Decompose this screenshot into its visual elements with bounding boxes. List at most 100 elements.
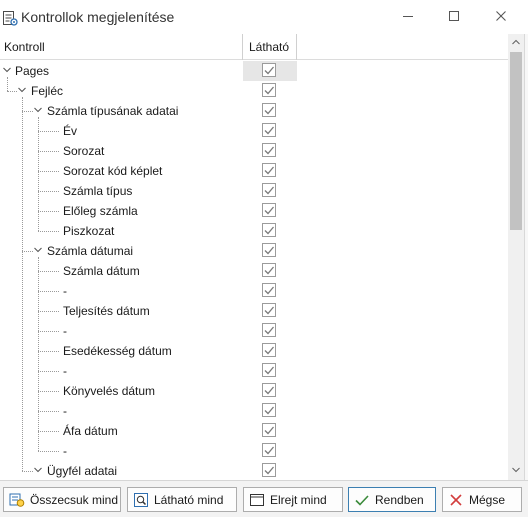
tree-row[interactable]: Sorozat (0, 141, 508, 161)
visible-checkbox[interactable] (262, 443, 276, 457)
visible-checkbox[interactable] (262, 283, 276, 297)
tree-row[interactable]: - (0, 281, 508, 301)
show-all-button[interactable]: Látható mind (127, 487, 237, 512)
visible-checkbox[interactable] (262, 303, 276, 317)
close-button[interactable] (478, 0, 524, 34)
tree-row[interactable]: Ügyfél adatai (0, 461, 508, 480)
chevron-down-icon[interactable] (33, 244, 43, 254)
maximize-icon (448, 10, 460, 25)
tree-row[interactable]: Számla típus (0, 181, 508, 201)
visible-cell (243, 101, 297, 121)
collapse-all-button[interactable]: Összecsuk mind (3, 487, 121, 512)
chevron-down-icon[interactable] (33, 464, 43, 474)
visible-checkbox[interactable] (262, 263, 276, 277)
scroll-up-icon[interactable] (508, 34, 524, 50)
tree-row[interactable]: Fejléc (0, 81, 508, 101)
tree-row[interactable]: Piszkozat (0, 221, 508, 241)
visible-checkbox[interactable] (262, 63, 276, 77)
tree-row[interactable]: - (0, 441, 508, 461)
show-all-icon (132, 491, 150, 509)
tree-connector-line (22, 111, 33, 112)
visible-checkbox[interactable] (262, 203, 276, 217)
tree-row[interactable]: - (0, 321, 508, 341)
tree-connector-line (38, 351, 59, 352)
tree-row[interactable]: Év (0, 121, 508, 141)
visible-cell (243, 361, 297, 381)
tree-row-label: Számla dátum (63, 264, 140, 278)
visible-checkbox[interactable] (262, 403, 276, 417)
visible-checkbox[interactable] (262, 343, 276, 357)
tree-connector-line (38, 331, 59, 332)
tree-row-label: Számla dátumai (47, 244, 134, 258)
tree-row[interactable]: - (0, 361, 508, 381)
tree-row[interactable]: Teljesítés dátum (0, 301, 508, 321)
visible-checkbox[interactable] (262, 143, 276, 157)
collapse-all-label: Összecsuk mind (30, 492, 119, 507)
tree-connector-line (38, 291, 59, 292)
minimize-button[interactable] (385, 0, 431, 34)
visible-cell (243, 441, 297, 461)
visible-checkbox[interactable] (262, 363, 276, 377)
tree-connector-line (38, 451, 59, 452)
visible-checkbox[interactable] (262, 103, 276, 117)
visible-checkbox[interactable] (262, 423, 276, 437)
visible-checkbox[interactable] (262, 123, 276, 137)
tree-row-label: Sorozat kód képlet (63, 164, 163, 178)
grid-header: Kontroll Látható (0, 34, 508, 60)
vertical-scrollbar[interactable] (508, 34, 524, 480)
column-header-kontroll[interactable]: Kontroll (0, 34, 243, 60)
tree-row-label: Ügyfél adatai (47, 464, 118, 478)
tree-row[interactable]: Számla típusának adatai (0, 101, 508, 121)
visible-cell (243, 301, 297, 321)
visible-cell (243, 321, 297, 341)
window-title: Kontrollok megjelenítése (21, 9, 175, 25)
scroll-down-icon[interactable] (508, 462, 524, 478)
visible-cell (243, 401, 297, 421)
chevron-down-icon[interactable] (17, 84, 27, 94)
ok-button[interactable]: Rendben (348, 487, 436, 512)
tree-row[interactable]: - (0, 401, 508, 421)
dialog-window: Kontrollok megjelenítése Kontroll Láthat… (0, 0, 528, 517)
tree-connector-line (38, 171, 59, 172)
tree-row[interactable]: Számla dátum (0, 261, 508, 281)
tree-row-label: Számla típusának adatai (47, 104, 179, 118)
button-bar: Összecsuk mind Látható mind Elrejt mind (0, 480, 528, 517)
visible-cell (243, 121, 297, 141)
tree-row-label: Előleg számla (63, 204, 138, 218)
tree-connector-line (38, 371, 59, 372)
visible-checkbox[interactable] (262, 183, 276, 197)
form-settings-icon (2, 10, 18, 26)
tree-row-label: Fejléc (31, 84, 64, 98)
chevron-down-icon[interactable] (2, 64, 12, 74)
visible-checkbox[interactable] (262, 223, 276, 237)
tree-row[interactable]: Előleg számla (0, 201, 508, 221)
hide-all-button[interactable]: Elrejt mind (243, 487, 343, 512)
visible-checkbox[interactable] (262, 383, 276, 397)
tree-row-label: Könyvelés dátum (63, 384, 156, 398)
visible-checkbox[interactable] (262, 463, 276, 477)
visible-cell (243, 341, 297, 361)
tree-connector-line (38, 271, 59, 272)
tree-row[interactable]: Áfa dátum (0, 421, 508, 441)
title-bar: Kontrollok megjelenítése (0, 0, 528, 34)
tree-row-label: - (63, 284, 67, 298)
cancel-button[interactable]: Mégse (442, 487, 522, 512)
tree-row[interactable]: Könyvelés dátum (0, 381, 508, 401)
tree-row[interactable]: Sorozat kód képlet (0, 161, 508, 181)
tree-row[interactable]: Esedékesség dátum (0, 341, 508, 361)
visible-checkbox[interactable] (262, 83, 276, 97)
scrollbar-thumb[interactable] (510, 52, 522, 230)
tree-row[interactable]: Számla dátumai (0, 241, 508, 261)
visible-cell (243, 161, 297, 181)
chevron-down-icon[interactable] (33, 104, 43, 114)
tree-connector-line (7, 77, 8, 91)
visible-checkbox[interactable] (262, 323, 276, 337)
tree-row-label: - (63, 444, 67, 458)
tree-row[interactable]: Pages (0, 61, 508, 81)
visible-checkbox[interactable] (262, 243, 276, 257)
maximize-button[interactable] (431, 0, 477, 34)
visible-cell (243, 461, 297, 480)
tree-connector-line (38, 211, 59, 212)
visible-checkbox[interactable] (262, 163, 276, 177)
column-header-lathato[interactable]: Látható (243, 34, 297, 60)
